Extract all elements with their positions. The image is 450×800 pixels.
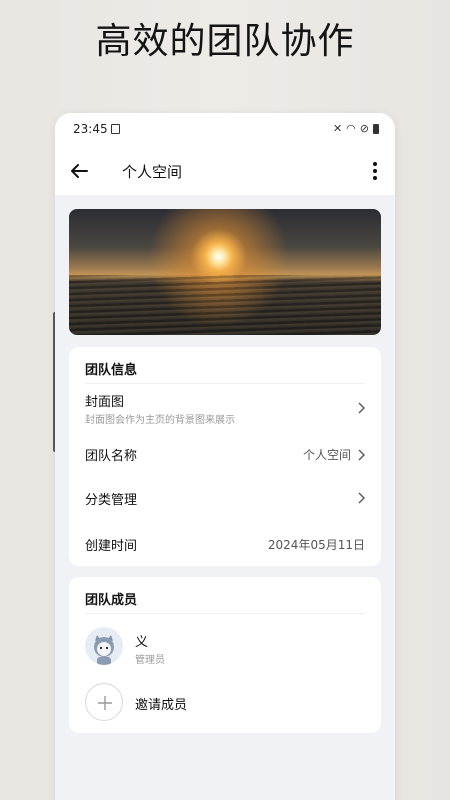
created-value: 2024年05月11日 — [267, 538, 365, 552]
created-label: 创建时间 — [85, 539, 138, 554]
cover-row[interactable]: 封面图 封面图会作为主页的背景图来展示 — [85, 389, 365, 431]
status-bar: 23:45 ✕ ◠ ⊘ — [55, 113, 395, 147]
battery-icon — [373, 123, 379, 134]
dnd-icon: ⊘ — [359, 122, 369, 135]
team-info-card: 团队信息 封面图 封面图会作为主页的背景图来展示 团队名称 个人空间 分类管理 … — [69, 347, 381, 566]
sim-icon — [111, 124, 120, 134]
wifi-icon: ◠ — [346, 122, 356, 135]
chevron-right-icon — [358, 492, 365, 504]
app-bar: 个人空间 — [55, 147, 395, 195]
team-info-title: 团队信息 — [85, 363, 138, 378]
chevron-right-icon — [358, 402, 365, 414]
category-row[interactable]: 分类管理 — [85, 487, 365, 511]
invite-member-button[interactable] — [85, 683, 123, 721]
cover-image[interactable] — [69, 209, 381, 335]
status-time: 23:45 — [73, 122, 108, 136]
member-name: 义 — [135, 635, 149, 650]
invite-member-label[interactable]: 邀请成员 — [135, 694, 187, 713]
team-members-card: 团队成员 义 管理员 邀请成员 — [69, 577, 381, 733]
arrow-left-icon[interactable] — [69, 161, 89, 181]
avatar[interactable] — [85, 627, 123, 665]
chevron-right-icon — [358, 449, 365, 461]
divider — [85, 613, 365, 614]
cover-label: 封面图 — [85, 395, 125, 410]
page-title: 个人空间 — [122, 163, 183, 181]
mute-icon: ✕ — [332, 122, 343, 135]
team-name-label: 团队名称 — [85, 449, 138, 464]
team-name-value: 个人空间 — [302, 448, 351, 462]
team-members-title: 团队成员 — [85, 593, 138, 608]
created-row: 创建时间 2024年05月11日 — [85, 533, 365, 557]
cover-description: 封面图会作为主页的背景图来展示 — [85, 415, 235, 426]
avatar-cat-icon — [85, 627, 123, 665]
cover-image-texture — [69, 275, 381, 335]
team-name-row[interactable]: 团队名称 个人空间 — [85, 443, 365, 467]
promo-title: 高效的团队协作 — [95, 21, 355, 62]
member-role: 管理员 — [135, 655, 165, 666]
phone-frame: 23:45 ✕ ◠ ⊘ 个人空间 团队信息 封面图 封面图会作为主页的背景图来展… — [55, 113, 395, 800]
more-vertical-icon[interactable] — [367, 159, 383, 183]
category-label: 分类管理 — [85, 493, 138, 508]
status-icons: ✕ ◠ ⊘ — [333, 122, 379, 135]
divider — [85, 383, 365, 384]
plus-icon — [98, 696, 112, 710]
